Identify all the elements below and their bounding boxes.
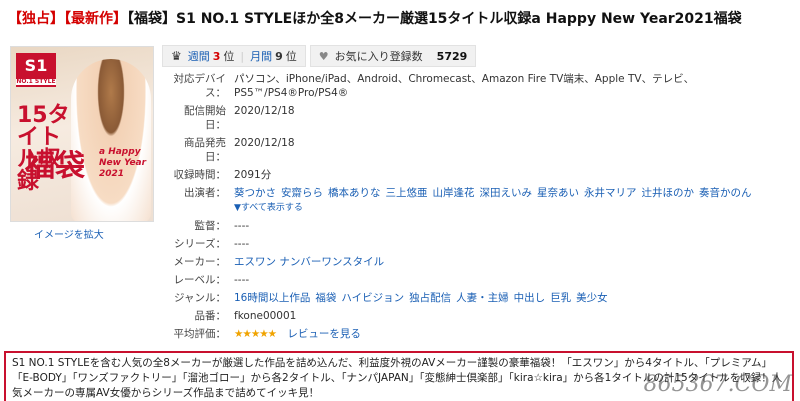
cover-kanji: 福袋 bbox=[25, 149, 85, 184]
sale-row: 商品発売日： 2020/12/18 bbox=[166, 136, 792, 164]
sale-value: 2020/12/18 bbox=[234, 137, 295, 149]
series-value: ---- bbox=[234, 238, 250, 250]
cast-row: 出演者： 葵つかさ 安齋らら 橋本ありな 三上悠亜 山岸逢花 深田えいみ 星奈あい 永井マリア… bbox=[166, 186, 792, 215]
favorite-count: 5729 bbox=[436, 49, 468, 63]
director-row: 監督： ---- bbox=[166, 219, 792, 233]
rating-row: 平均評価： ★★★★★ レビューを見る bbox=[173, 328, 361, 340]
release-value: 2020/12/18 bbox=[234, 105, 295, 117]
genre-link[interactable]: 巨乳 bbox=[550, 292, 571, 304]
cast-link[interactable]: 葵つかさ bbox=[234, 187, 276, 199]
series-row: シリーズ： ---- bbox=[166, 237, 792, 251]
label-value: ---- bbox=[234, 274, 250, 286]
cast-link[interactable]: 橋本ありな bbox=[328, 187, 381, 199]
cover-image[interactable]: S1 NO.1 STYLE 15タイトル収録 福袋 a Happy New Yea… bbox=[10, 46, 154, 222]
cover-hny-text: a Happy New Year 2021 bbox=[99, 147, 147, 179]
cast-link[interactable]: 安齋らら bbox=[281, 187, 323, 199]
cast-link[interactable]: 星奈あい bbox=[537, 187, 579, 199]
label-row: レーベル： ---- bbox=[166, 273, 792, 287]
monthly-rank-link[interactable]: 月間 bbox=[250, 48, 272, 64]
favorite-box: ♥ お気に入り登録数 5729 bbox=[309, 45, 477, 67]
devices-value: パソコン、iPhone/iPad、Android、Chromecast、Amaz… bbox=[234, 73, 695, 99]
duration-value: 2091分 bbox=[234, 169, 272, 181]
cover-figure bbox=[71, 59, 151, 221]
cast-link[interactable]: 永井マリア bbox=[584, 187, 637, 199]
maker-row: メーカー： エスワン ナンバーワンスタイル bbox=[173, 256, 385, 268]
genre-link[interactable]: 独占配信 bbox=[409, 292, 451, 304]
ranking-box: ♛ 週間 3 位 | 月間 9 位 bbox=[162, 45, 306, 67]
watermark: 865367.COM bbox=[643, 372, 792, 397]
monthly-rank-suffix: 位 bbox=[285, 50, 297, 63]
exclusive-tag: 【独占】 bbox=[8, 11, 64, 27]
monthly-rank-value: 9 bbox=[275, 49, 283, 63]
title-text: 【福袋】S1 NO.1 STYLEほか全8メーカー厳選15タイトル収録a Hap… bbox=[127, 11, 742, 27]
cast-link[interactable]: 奏音かのん bbox=[699, 187, 752, 199]
brand-logo: S1 NO.1 STYLE bbox=[16, 53, 56, 87]
cast-link[interactable]: 山岸逢花 bbox=[433, 187, 475, 199]
genre-link[interactable]: 人妻・主婦 bbox=[456, 292, 509, 304]
duration-row: 収録時間： 2091分 bbox=[166, 168, 792, 182]
weekly-rank-link[interactable]: 週間 bbox=[188, 48, 210, 64]
product-code-row: 品番： fkone00001 bbox=[166, 309, 792, 323]
heart-icon: ♥ bbox=[318, 49, 329, 63]
crown-icon: ♛ bbox=[171, 49, 182, 63]
show-all-cast-link[interactable]: ▼すべて表示する bbox=[234, 203, 303, 213]
weekly-rank-suffix: 位 bbox=[223, 50, 235, 63]
ranking-bar: ♛ 週間 3 位 | 月間 9 位 ♥ お気に入り登録数 5729 bbox=[162, 44, 480, 68]
cast-list: 葵つかさ 安齋らら 橋本ありな 三上悠亜 山岸逢花 深田えいみ 星奈あい 永井マリア 辻井ほのか… bbox=[234, 186, 792, 215]
genre-link[interactable]: 美少女 bbox=[576, 292, 608, 304]
favorite-label: お気に入り登録数 bbox=[334, 50, 423, 63]
product-info: 対応デバイス： パソコン、iPhone/iPad、Android、Chromec… bbox=[166, 72, 792, 345]
enlarge-image-link[interactable]: イメージを拡大 bbox=[34, 226, 104, 241]
rating-stars-icon: ★★★★★ bbox=[234, 328, 277, 340]
cast-link[interactable]: 辻井ほのか bbox=[642, 187, 695, 199]
genre-link[interactable]: 福袋 bbox=[315, 292, 336, 304]
genre-link[interactable]: 16時間以上作品 bbox=[234, 292, 310, 304]
release-row: 配信開始日： 2020/12/18 bbox=[166, 104, 792, 132]
weekly-rank-value: 3 bbox=[212, 49, 221, 63]
genre-link[interactable]: 中出し bbox=[514, 292, 546, 304]
new-tag: 【最新作】 bbox=[64, 11, 127, 27]
cast-link[interactable]: 三上悠亜 bbox=[386, 187, 428, 199]
maker-link[interactable]: エスワン ナンバーワンスタイル bbox=[234, 256, 384, 268]
director-value: ---- bbox=[234, 220, 250, 232]
genre-list: 16時間以上作品 福袋 ハイビジョン 独占配信 人妻・主婦 中出し 巨乳 美少女 bbox=[234, 291, 792, 305]
genre-link[interactable]: ハイビジョン bbox=[341, 292, 404, 304]
page-title: 【独占】【最新作】【福袋】S1 NO.1 STYLEほか全8メーカー厳選15タイ… bbox=[8, 8, 792, 28]
product-code-value: fkone00001 bbox=[234, 310, 297, 322]
devices-row: 対応デバイス： パソコン、iPhone/iPad、Android、Chromec… bbox=[166, 72, 792, 100]
genre-row: ジャンル： 16時間以上作品 福袋 ハイビジョン 独占配信 人妻・主婦 中出し 巨乳 美少女 bbox=[166, 291, 792, 305]
cast-link[interactable]: 深田えいみ bbox=[480, 187, 533, 199]
review-link[interactable]: レビューを見る bbox=[287, 328, 361, 340]
